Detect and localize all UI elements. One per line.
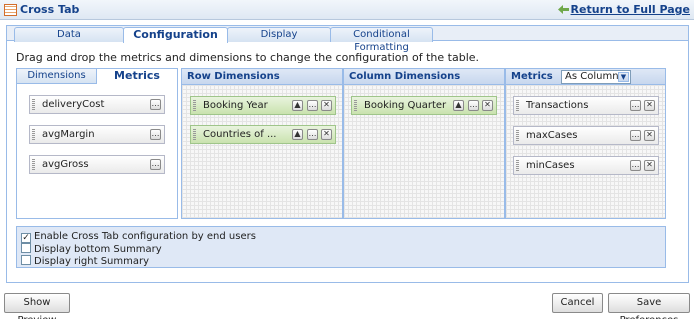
return-arrow-icon[interactable]: [558, 4, 569, 15]
column-dimensions-drop-area[interactable]: Column Dimensions Booking Quarter ▲ … ✕: [343, 68, 505, 219]
options-panel: ✓ Enable Cross Tab configuration by end u…: [16, 226, 666, 268]
remove-icon[interactable]: ✕: [482, 100, 493, 111]
row-dimensions-drop-area[interactable]: Row Dimensions Booking Year ▲ … ✕ Countr…: [181, 68, 343, 219]
move-up-icon[interactable]: ▲: [453, 100, 464, 111]
option-label: Display right Summary: [34, 256, 150, 267]
more-icon[interactable]: …: [630, 100, 641, 111]
source-item-avggross[interactable]: avgGross …: [29, 155, 165, 174]
subtab-metrics[interactable]: Metrics: [97, 69, 177, 84]
more-icon[interactable]: …: [307, 129, 318, 140]
drag-grip-icon[interactable]: [32, 129, 35, 140]
window-titlebar: Cross Tab Return to Full Page: [0, 0, 694, 20]
cancel-button[interactable]: Cancel: [552, 293, 603, 313]
remove-icon[interactable]: ✕: [321, 100, 332, 111]
more-icon[interactable]: …: [630, 160, 641, 171]
row-item-booking-year[interactable]: Booking Year ▲ … ✕: [190, 96, 336, 115]
drag-grip-icon[interactable]: [32, 159, 35, 170]
item-label: Countries of ...: [203, 129, 277, 140]
row-item-countries[interactable]: Countries of ... ▲ … ✕: [190, 125, 336, 144]
tab-bar: Data Configuration Display Conditional F…: [7, 26, 688, 53]
drag-grip-icon[interactable]: [193, 100, 196, 111]
item-label: avgMargin: [42, 129, 95, 140]
source-item-deliverycost[interactable]: deliveryCost …: [29, 95, 165, 114]
checkbox-unchecked[interactable]: [21, 255, 31, 265]
metric-item-mincases[interactable]: minCases … ✕: [513, 156, 659, 175]
item-label: maxCases: [526, 130, 578, 141]
metrics-header-label: Metrics: [511, 71, 553, 82]
move-up-icon[interactable]: ▲: [292, 100, 303, 111]
metric-item-transactions[interactable]: Transactions … ✕: [513, 96, 659, 115]
column-dimensions-header: Column Dimensions: [344, 69, 504, 85]
more-icon[interactable]: …: [150, 129, 161, 140]
source-panel: Dimensions Metrics deliveryCost … avgMar…: [16, 68, 178, 219]
remove-icon[interactable]: ✕: [321, 129, 332, 140]
show-preview-button[interactable]: Show Preview: [4, 293, 70, 319]
drag-grip-icon[interactable]: [516, 160, 519, 171]
checkbox-checked[interactable]: ✓: [21, 233, 31, 243]
option-label: Display bottom Summary: [34, 244, 162, 255]
crosstab-icon: [4, 4, 17, 16]
option-right-summary[interactable]: Display right Summary: [21, 255, 149, 267]
remove-icon[interactable]: ✕: [644, 130, 655, 141]
tab-display[interactable]: Display: [227, 27, 331, 42]
return-to-full-page-link[interactable]: Return to Full Page: [571, 3, 690, 16]
tab-data[interactable]: Data: [14, 27, 124, 42]
item-label: avgGross: [42, 159, 89, 170]
item-label: Booking Quarter: [364, 100, 447, 111]
item-label: minCases: [526, 160, 575, 171]
more-icon[interactable]: …: [468, 100, 479, 111]
move-up-icon[interactable]: ▲: [292, 129, 303, 140]
save-preferences-button[interactable]: Save Preferences: [608, 293, 690, 319]
metrics-display-mode-select[interactable]: As Columns ▼: [561, 70, 631, 84]
drag-grip-icon[interactable]: [193, 129, 196, 140]
more-icon[interactable]: …: [307, 100, 318, 111]
option-label: Enable Cross Tab configuration by end us…: [34, 231, 256, 242]
drag-grip-icon[interactable]: [32, 99, 35, 110]
more-icon[interactable]: …: [150, 159, 161, 170]
option-bottom-summary[interactable]: Display bottom Summary: [21, 243, 162, 255]
instructions-text: Drag and drop the metrics and dimensions…: [16, 51, 480, 64]
drag-grip-icon[interactable]: [516, 100, 519, 111]
drag-grip-icon[interactable]: [354, 100, 357, 111]
chevron-down-icon[interactable]: ▼: [618, 72, 629, 82]
item-label: deliveryCost: [42, 99, 105, 110]
more-icon[interactable]: …: [150, 99, 161, 110]
subtab-dimensions[interactable]: Dimensions: [17, 69, 97, 84]
remove-icon[interactable]: ✕: [644, 100, 655, 111]
remove-icon[interactable]: ✕: [644, 160, 655, 171]
row-dimensions-header: Row Dimensions: [182, 69, 342, 85]
drag-grip-icon[interactable]: [516, 130, 519, 141]
more-icon[interactable]: …: [630, 130, 641, 141]
window-title: Cross Tab: [20, 3, 80, 16]
metrics-header: Metrics As Columns ▼: [506, 69, 665, 85]
metrics-drop-area[interactable]: Metrics As Columns ▼ Transactions … ✕ ma…: [505, 68, 666, 219]
metric-item-maxcases[interactable]: maxCases … ✕: [513, 126, 659, 145]
checkbox-unchecked[interactable]: [21, 243, 31, 253]
column-item-booking-quarter[interactable]: Booking Quarter ▲ … ✕: [351, 96, 497, 115]
tab-conditional-formatting[interactable]: Conditional Formatting: [330, 27, 433, 53]
source-item-avgmargin[interactable]: avgMargin …: [29, 125, 165, 144]
item-label: Transactions: [526, 100, 589, 111]
option-enable-config[interactable]: ✓ Enable Cross Tab configuration by end u…: [21, 231, 256, 243]
tab-configuration[interactable]: Configuration: [123, 27, 228, 43]
item-label: Booking Year: [203, 100, 268, 111]
select-value: As Columns: [565, 71, 624, 82]
